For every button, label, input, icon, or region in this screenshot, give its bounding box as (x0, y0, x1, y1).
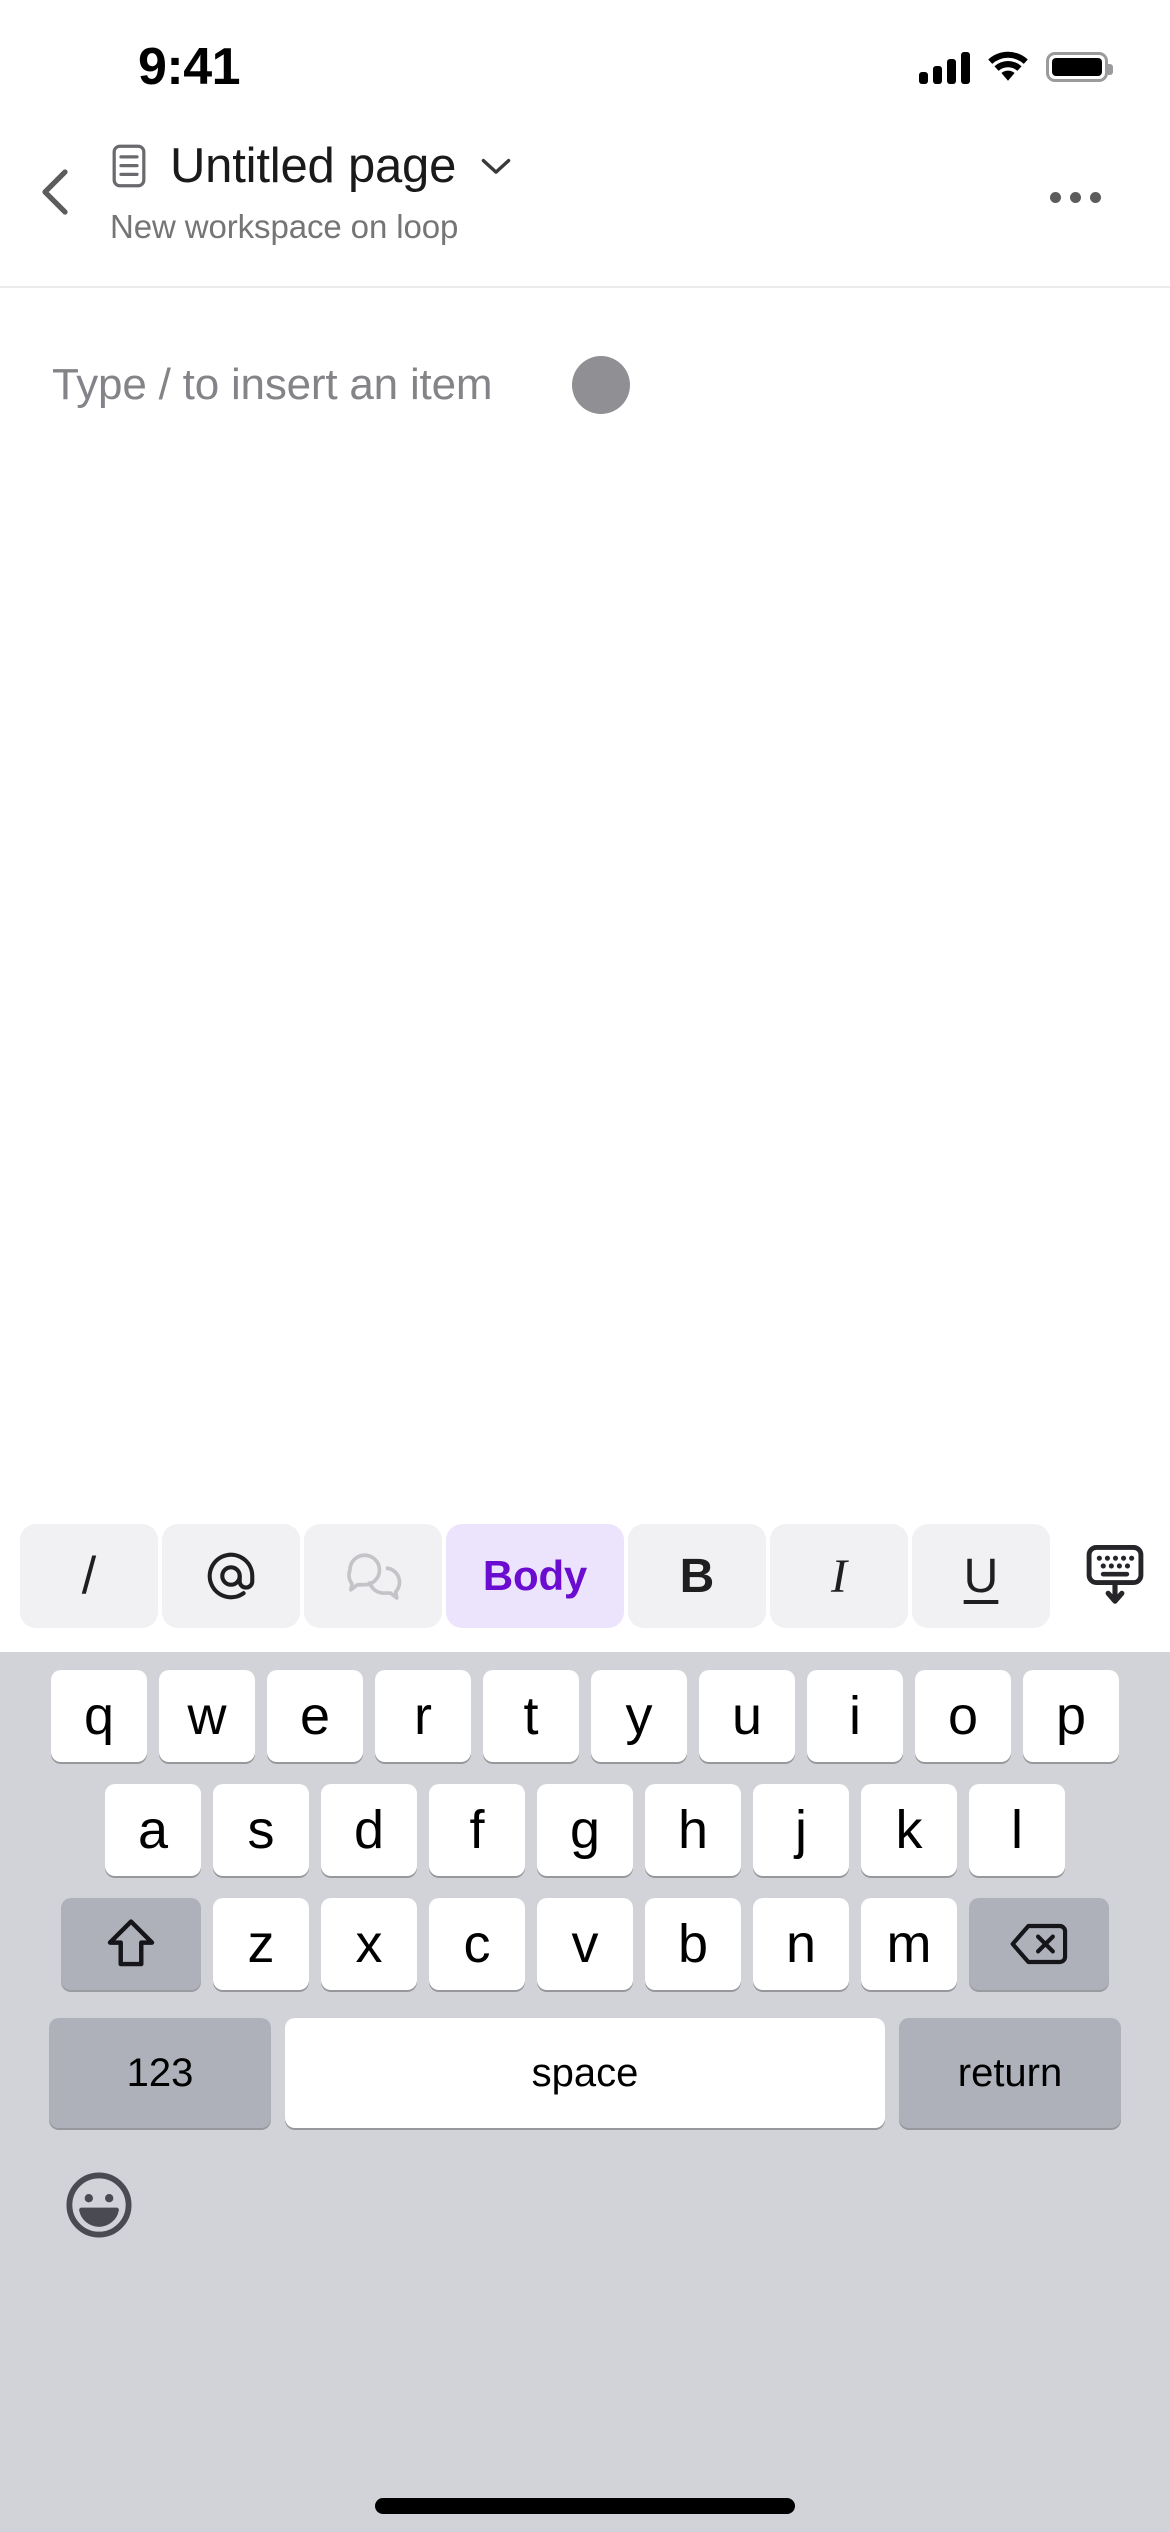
keyboard-row-3: z x c v b n m (0, 1898, 1170, 1990)
key-t[interactable]: t (483, 1670, 579, 1762)
backspace-delete-icon (1010, 1923, 1068, 1965)
mention-button[interactable] (162, 1524, 300, 1628)
key-i[interactable]: i (807, 1670, 903, 1762)
chevron-left-icon (42, 169, 68, 215)
key-r[interactable]: r (375, 1670, 471, 1762)
underline-button[interactable]: U (912, 1524, 1050, 1628)
key-p[interactable]: p (1023, 1670, 1119, 1762)
dismiss-keyboard-button[interactable] (1060, 1524, 1170, 1628)
key-z[interactable]: z (213, 1898, 309, 1990)
at-mention-icon (207, 1552, 255, 1600)
key-c[interactable]: c (429, 1898, 525, 1990)
home-indicator-area (0, 2480, 1170, 2532)
editor-placeholder[interactable]: Type / to insert an item (52, 360, 492, 410)
avatar[interactable] (572, 356, 631, 414)
text-style-label: Body (482, 1552, 588, 1599)
key-s[interactable]: s (213, 1784, 309, 1876)
key-m[interactable]: m (861, 1898, 957, 1990)
return-key[interactable]: return (899, 2018, 1121, 2128)
keyboard-bottom-row (0, 2150, 1170, 2532)
key-b[interactable]: b (645, 1898, 741, 1990)
backspace-key[interactable] (969, 1898, 1109, 1990)
key-l[interactable]: l (969, 1784, 1065, 1876)
ellipsis-dot-2 (1069, 191, 1081, 203)
key-a[interactable]: a (105, 1784, 201, 1876)
header-title-group: Untitled page New workspace on loop (110, 132, 1170, 246)
workspace-subtitle: New workspace on loop (110, 208, 459, 245)
key-d[interactable]: d (321, 1784, 417, 1876)
home-indicator[interactable] (375, 2498, 795, 2514)
italic-button[interactable]: I (770, 1524, 908, 1628)
more-options-button[interactable] (1030, 162, 1120, 232)
space-key[interactable]: space (285, 2018, 885, 2128)
app-root: 9:41 Untitled page New workspace on loop… (0, 0, 1170, 2532)
wifi-icon (988, 51, 1028, 81)
ellipsis-horizontal-icon (1049, 191, 1061, 203)
emoji-key[interactable] (60, 2166, 138, 2244)
comment-button (304, 1524, 442, 1628)
paragraph-row[interactable]: Type / to insert an item (0, 350, 1170, 420)
onscreen-keyboard[interactable]: q w e r t y u i o p a s d f g h j k l z … (0, 1652, 1170, 2532)
bold-button[interactable]: B (628, 1524, 766, 1628)
document-canvas[interactable]: Type / to insert an item (0, 288, 1170, 1500)
key-g[interactable]: g (537, 1784, 633, 1876)
page-title-row[interactable]: Untitled page (110, 138, 514, 194)
numeric-key[interactable]: 123 (49, 2018, 271, 2128)
bold-icon: B (679, 1549, 715, 1603)
slash-icon: / (81, 1547, 97, 1605)
status-time: 9:41 (138, 38, 241, 96)
shift-key[interactable] (61, 1898, 201, 1990)
format-toolbar-scroll[interactable]: / Body B I U (20, 1524, 1056, 1628)
insert-slash-button[interactable]: / (20, 1524, 158, 1628)
key-e[interactable]: e (267, 1670, 363, 1762)
key-u[interactable]: u (699, 1670, 795, 1762)
status-icons (919, 50, 1113, 84)
keyboard-row-1: q w e r t y u i o p (0, 1670, 1170, 1762)
underline-icon: U (963, 1549, 999, 1603)
key-y[interactable]: y (591, 1670, 687, 1762)
document-page-icon (112, 144, 146, 188)
emoji-smiley-icon (66, 2172, 132, 2238)
keyboard-dismiss-icon (1086, 1544, 1144, 1604)
key-n[interactable]: n (753, 1898, 849, 1990)
status-bar: 9:41 (0, 0, 1170, 120)
keyboard-row-2: a s d f g h j k l (0, 1784, 1170, 1876)
key-o[interactable]: o (915, 1670, 1011, 1762)
key-w[interactable]: w (159, 1670, 255, 1762)
page-header: Untitled page New workspace on loop (0, 120, 1170, 288)
key-j[interactable]: j (753, 1784, 849, 1876)
key-q[interactable]: q (51, 1670, 147, 1762)
ellipsis-dot-3 (1089, 191, 1101, 203)
key-k[interactable]: k (861, 1784, 957, 1876)
italic-icon: I (831, 1549, 847, 1603)
chevron-down-icon[interactable] (478, 155, 514, 177)
shift-arrow-up-icon (107, 1919, 155, 1967)
key-v[interactable]: v (537, 1898, 633, 1990)
key-x[interactable]: x (321, 1898, 417, 1990)
comment-bubbles-icon (347, 1553, 402, 1600)
key-h[interactable]: h (645, 1784, 741, 1876)
page-title: Untitled page (170, 139, 457, 193)
key-f[interactable]: f (429, 1784, 525, 1876)
keyboard-row-4: 123 space return (0, 2018, 1170, 2128)
back-button[interactable] (0, 132, 110, 252)
cellular-signal-icon (919, 50, 970, 84)
text-style-button[interactable]: Body (446, 1524, 624, 1628)
battery-full-icon (1046, 52, 1113, 82)
format-toolbar: / Body B I U (0, 1500, 1170, 1652)
